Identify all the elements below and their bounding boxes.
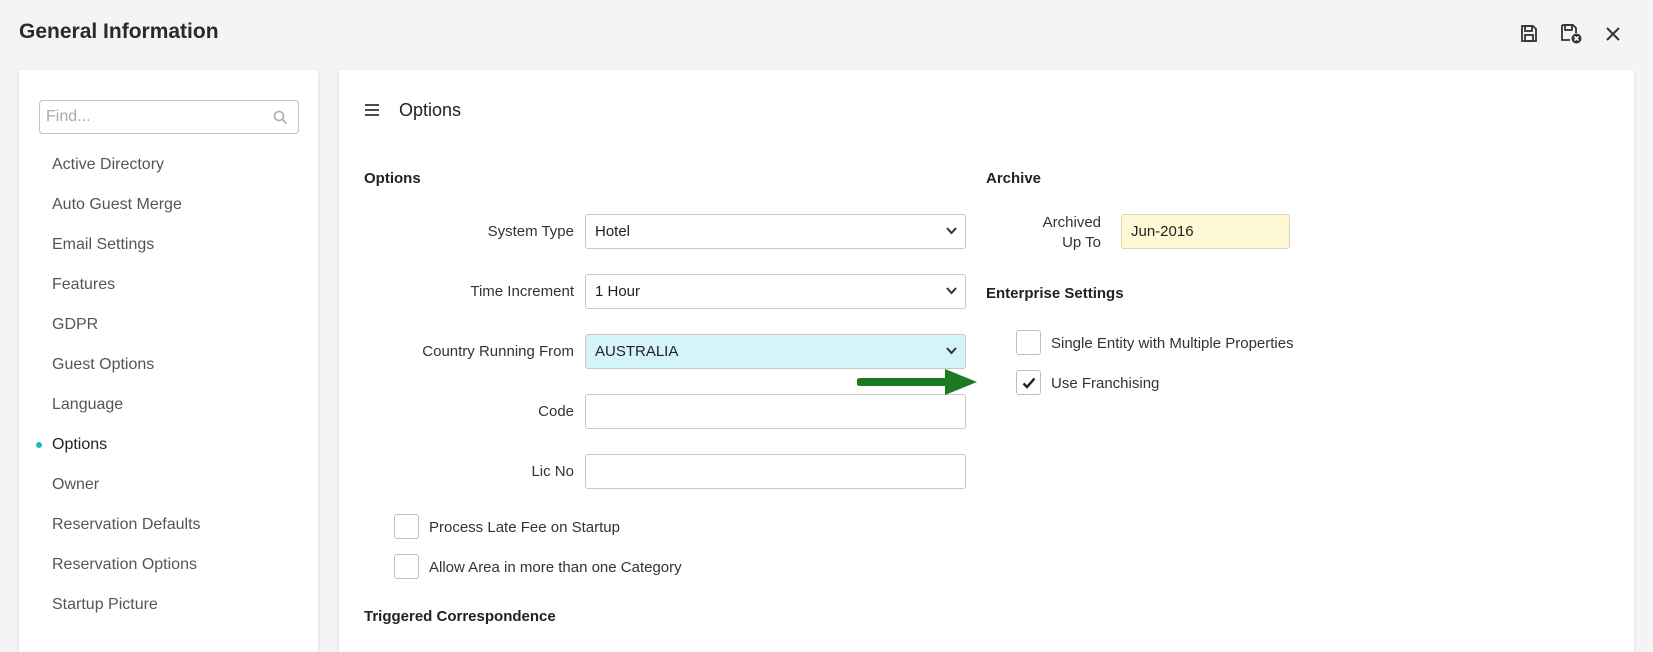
code-label: Code xyxy=(538,403,574,420)
hamburger-menu-icon[interactable] xyxy=(364,103,380,117)
system-type-select[interactable]: Hotel xyxy=(585,214,966,249)
time-increment-value: 1 Hour xyxy=(595,283,641,300)
pointer-arrow-icon xyxy=(857,369,977,395)
save-close-icon xyxy=(1561,24,1582,44)
time-increment-label: Time Increment xyxy=(470,283,574,300)
sidebar-item-reservation-defaults[interactable]: Reservation Defaults xyxy=(19,505,318,545)
system-type-value: Hotel xyxy=(595,223,631,240)
sidebar-item-features[interactable]: Features xyxy=(19,265,318,305)
single-entity-checkbox[interactable] xyxy=(1016,330,1041,355)
archived-label-line2: Up To xyxy=(1062,234,1101,251)
use-franchising-label: Use Franchising xyxy=(1051,375,1160,392)
search-box xyxy=(39,100,299,134)
close-icon xyxy=(1606,27,1620,41)
chevron-down-icon xyxy=(946,227,957,235)
enterprise-settings-heading: Enterprise Settings xyxy=(986,285,1124,302)
search-icon[interactable] xyxy=(273,110,288,125)
allow-area-checkbox[interactable] xyxy=(394,554,419,579)
country-select[interactable]: AUSTRALIA xyxy=(585,334,966,369)
sidebar-item-owner[interactable]: Owner xyxy=(19,465,318,505)
close-button[interactable] xyxy=(1601,22,1625,46)
single-entity-label: Single Entity with Multiple Properties xyxy=(1051,335,1294,352)
archive-heading: Archive xyxy=(986,170,1042,187)
country-label: Country Running From xyxy=(422,343,574,360)
top-actions xyxy=(1517,22,1625,46)
archived-label-line1: Archived xyxy=(1042,214,1101,231)
chevron-down-icon xyxy=(946,287,957,295)
sidebar-item-guest-options[interactable]: Guest Options xyxy=(19,345,318,385)
system-type-label: System Type xyxy=(487,223,574,240)
process-late-fee-checkbox[interactable] xyxy=(394,514,419,539)
process-late-fee-label: Process Late Fee on Startup xyxy=(429,519,620,536)
checkmark-icon xyxy=(1022,377,1035,389)
lic-no-input[interactable] xyxy=(585,454,966,489)
sidebar-item-reservation-options[interactable]: Reservation Options xyxy=(19,545,318,585)
save-icon xyxy=(1521,25,1537,42)
options-heading: Options xyxy=(364,170,421,187)
sidebar-item-options[interactable]: Options xyxy=(19,425,318,465)
sidebar-item-startup-picture[interactable]: Startup Picture xyxy=(19,585,318,625)
lic-no-label: Lic No xyxy=(531,463,574,480)
sidebar-item-auto-guest-merge[interactable]: Auto Guest Merge xyxy=(19,185,318,225)
page-title: General Information xyxy=(19,20,219,43)
code-input[interactable] xyxy=(585,394,966,429)
sidebar-item-language[interactable]: Language xyxy=(19,385,318,425)
chevron-down-icon xyxy=(946,347,957,355)
save-and-close-button[interactable] xyxy=(1559,22,1583,46)
allow-area-label: Allow Area in more than one Category xyxy=(429,559,682,576)
triggered-correspondence-heading: Triggered Correspondence xyxy=(364,608,556,625)
sidebar-item-email-settings[interactable]: Email Settings xyxy=(19,225,318,265)
time-increment-select[interactable]: 1 Hour xyxy=(585,274,966,309)
use-franchising-checkbox[interactable] xyxy=(1016,370,1041,395)
sidebar-item-active-directory[interactable]: Active Directory xyxy=(19,145,318,185)
panel-title: Options xyxy=(399,100,462,120)
save-button[interactable] xyxy=(1517,22,1541,46)
main-panel: Options Options System Type Hotel Time I… xyxy=(339,70,1634,652)
sidebar-nav: Active Directory Auto Guest Merge Email … xyxy=(19,145,318,625)
sidebar-item-gdpr[interactable]: GDPR xyxy=(19,305,318,345)
country-value: AUSTRALIA xyxy=(595,343,679,360)
search-input[interactable] xyxy=(40,101,260,133)
sidebar: Active Directory Auto Guest Merge Email … xyxy=(19,70,318,652)
archived-up-to-label: Archived Up To xyxy=(1019,213,1101,253)
archived-up-to-input[interactable]: Jun-2016 xyxy=(1121,214,1290,249)
